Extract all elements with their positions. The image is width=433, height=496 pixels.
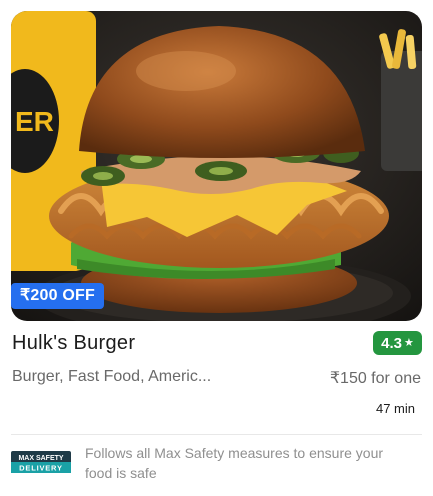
price-for-one: ₹150 for one xyxy=(329,370,421,387)
cuisine-list: Burger, Fast Food, Americ... xyxy=(12,368,212,385)
logo-line2: DELIVERY xyxy=(19,464,63,473)
offer-badge: ₹200 OFF xyxy=(11,283,104,309)
safety-note: Follows all Max Safety measures to ensur… xyxy=(85,445,384,481)
delivery-time: 47 min xyxy=(375,401,415,416)
star-icon: ★ xyxy=(403,336,414,349)
logo-line1: MAX SAFETY xyxy=(18,455,63,462)
restaurant-name[interactable]: Hulk's Burger xyxy=(12,332,135,355)
restaurant-image[interactable]: ER xyxy=(11,11,422,321)
divider xyxy=(11,434,422,435)
max-safety-logo: MAX SAFETY DELIVERY xyxy=(11,451,71,473)
rating-value: 4.3 xyxy=(381,334,402,352)
svg-text:ER: ER xyxy=(15,106,54,137)
rating-badge: 4.3 ★ xyxy=(373,331,422,355)
restaurant-card[interactable]: ER ₹200 OFF Hulk's Burger 4.3 ★ Burger, … xyxy=(0,0,433,496)
